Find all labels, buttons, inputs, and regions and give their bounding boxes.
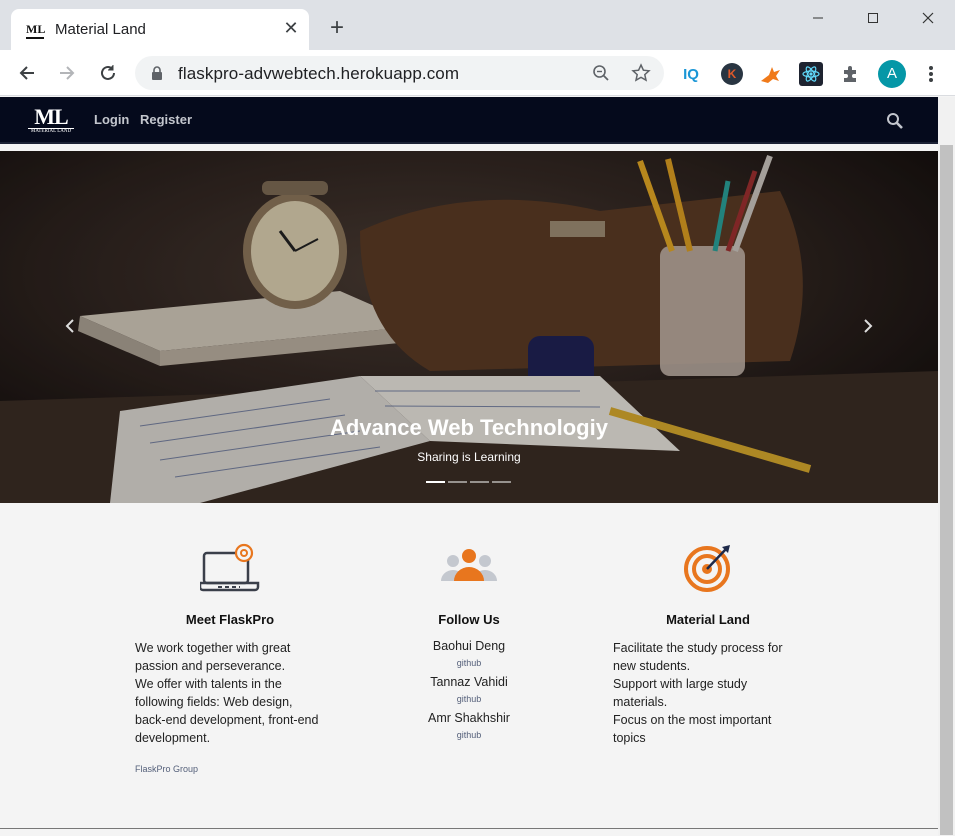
iq-extension-icon[interactable]: IQ <box>679 62 703 86</box>
k-extension-label: K <box>721 63 743 85</box>
reload-button[interactable] <box>94 59 122 87</box>
carousel-prev-button[interactable] <box>60 313 80 339</box>
new-tab-button[interactable]: + <box>323 15 351 43</box>
url-text[interactable]: flaskpro-advwebtech.herokuapp.com <box>178 64 459 84</box>
team-icon <box>441 549 497 581</box>
react-icon <box>802 66 820 82</box>
site-logo[interactable]: ML MATERIAL LAND <box>28 106 74 136</box>
back-button[interactable] <box>13 59 41 87</box>
minimize-icon <box>813 17 823 19</box>
material-land-text: Facilitate the study process for new stu… <box>613 639 813 747</box>
carousel-indicator-3[interactable] <box>470 481 489 483</box>
puzzle-icon <box>844 66 856 82</box>
zoom-out-icon <box>593 65 609 81</box>
login-link[interactable]: Login <box>94 112 129 127</box>
avatar: A <box>878 60 906 88</box>
material-line: Support with large study <box>613 677 748 691</box>
meet-line: We offer with talents in the <box>135 677 282 691</box>
member-name-2: Tannaz Vahidi <box>430 675 508 689</box>
laptop-email-icon <box>200 543 260 592</box>
carousel-caption-title: Advance Web Technologiy <box>330 415 608 440</box>
back-arrow-icon <box>19 66 34 80</box>
logo-letters: ML <box>34 104 68 129</box>
meet-line: We work together with great <box>135 641 291 655</box>
meet-line: following fields: Web design, <box>135 695 293 709</box>
site-search-button[interactable] <box>886 112 904 135</box>
star-icon <box>631 63 651 82</box>
chevron-left-icon <box>65 319 74 333</box>
browser-toolbar: flaskpro-advwebtech.herokuapp.com IQ K A <box>0 50 955 96</box>
iq-extension-label: IQ <box>683 65 699 83</box>
meet-flaskpro-text: We work together with great passion and … <box>135 639 335 747</box>
member-github-link-3[interactable]: github <box>389 730 549 740</box>
profile-button[interactable]: A <box>878 60 906 88</box>
hero-carousel: Advance Web Technologiy Sharing is Learn… <box>0 151 938 503</box>
carousel-indicators <box>426 481 514 484</box>
browser-tabbar: ML Material Land ✕ + <box>0 0 955 50</box>
close-icon <box>922 12 934 24</box>
favicon-icon: ML <box>26 21 45 39</box>
fox-icon <box>761 67 780 83</box>
lock-icon <box>152 66 162 80</box>
zoom-button[interactable] <box>590 62 612 84</box>
more-vert-icon <box>929 66 933 82</box>
member-github-link-2[interactable]: github <box>389 694 549 704</box>
flaskpro-group-label: FlaskPro Group <box>135 764 199 774</box>
menu-button[interactable] <box>919 62 943 86</box>
material-line: topics <box>613 731 646 745</box>
meet-line: passion and perseverance. <box>135 659 286 673</box>
carousel-indicator-1[interactable] <box>426 481 445 483</box>
carousel-indicator-4[interactable] <box>492 481 511 483</box>
footer-divider <box>0 828 938 829</box>
meet-line: development. <box>135 731 211 745</box>
window-close-button[interactable] <box>900 0 955 36</box>
fox-extension-icon[interactable] <box>759 62 783 86</box>
tab-close-button[interactable]: ✕ <box>281 17 301 41</box>
member-github-link-1[interactable]: github <box>389 658 549 668</box>
material-line: new students. <box>613 659 691 673</box>
chevron-right-icon <box>864 319 873 333</box>
material-line: materials. <box>613 695 668 709</box>
follow-us-title: Follow Us <box>438 612 500 627</box>
register-link[interactable]: Register <box>140 112 192 127</box>
react-devtools-extension-icon[interactable] <box>799 62 823 86</box>
minimize-button[interactable] <box>790 0 846 36</box>
material-line: Focus on the most important <box>613 713 772 727</box>
forward-arrow-icon <box>60 66 75 80</box>
features-section: Meet FlaskPro We work together with grea… <box>0 503 938 829</box>
site-navbar: ML MATERIAL LAND Login Register <box>0 97 938 144</box>
maximize-button[interactable] <box>845 0 901 36</box>
address-bar[interactable]: flaskpro-advwebtech.herokuapp.com <box>135 56 664 90</box>
extensions-button[interactable] <box>839 62 863 86</box>
carousel-caption-subtitle: Sharing is Learning <box>417 450 521 464</box>
logo-subtext: MATERIAL LAND <box>28 128 74 135</box>
target-icon <box>684 545 730 592</box>
material-land-title: Material Land <box>666 612 750 627</box>
member-name-1: Baohui Deng <box>432 639 506 653</box>
scrollbar-thumb[interactable] <box>940 145 953 835</box>
web-page: ML MATERIAL LAND Login Register Advance … <box>0 97 938 836</box>
browser-tab[interactable]: ML Material Land ✕ <box>11 9 309 50</box>
carousel-next-button[interactable] <box>858 313 878 339</box>
material-line: Facilitate the study process for <box>613 641 783 655</box>
carousel-indicator-2[interactable] <box>448 481 467 483</box>
search-icon <box>887 113 903 129</box>
reload-icon <box>101 65 115 80</box>
page-scrollbar[interactable] <box>938 97 955 836</box>
meet-flaskpro-title: Meet FlaskPro <box>185 612 275 627</box>
forward-button[interactable] <box>53 59 81 87</box>
member-name-3: Amr Shakhshir <box>428 711 510 725</box>
tab-title: Material Land <box>55 21 146 38</box>
meet-line: back-end development, front-end <box>135 713 319 727</box>
bookmark-button[interactable] <box>630 62 652 84</box>
k-extension-icon[interactable]: K <box>720 62 744 86</box>
maximize-icon <box>868 13 878 23</box>
